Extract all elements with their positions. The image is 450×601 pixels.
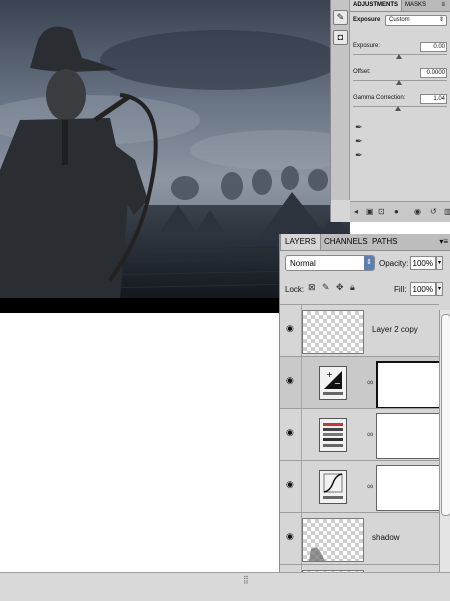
previous-state-icon[interactable]: ◉ [414, 207, 421, 216]
layer-row[interactable]: ◉ shadow [280, 512, 439, 565]
preset-value: Custom [389, 17, 410, 23]
fill-dropdown-icon[interactable]: ▾ [436, 282, 443, 296]
svg-text:−: − [334, 379, 341, 388]
blend-mode-select[interactable]: Normal ⇕ [285, 255, 375, 271]
panel-dock-strip: ✎ ◘ [331, 0, 350, 200]
gray-eyedropper-icon[interactable]: ✒ [355, 136, 363, 147]
layer-mask-thumbnail[interactable] [376, 465, 440, 511]
visibility-toggle-icon[interactable]: ● [394, 207, 399, 216]
gamma-field[interactable]: 1.04 [420, 94, 447, 104]
exposure-field[interactable]: 0.00 [420, 42, 447, 52]
return-to-list-icon[interactable]: ◂ [354, 207, 358, 216]
tab-adjustments[interactable]: ADJUSTMENTS [350, 0, 403, 11]
tab-masks[interactable]: MASKS [402, 0, 429, 11]
levels-adjustment-icon [319, 418, 347, 452]
lock-pixels-icon[interactable]: ✎ [322, 282, 330, 293]
chain-link-icon[interactable]: ∞ [367, 481, 373, 491]
gamma-label: Gamma Correction: [353, 95, 406, 101]
status-bar: ⣿ [0, 572, 450, 601]
offset-row: Offset: 0.0000 [353, 66, 447, 78]
adjustments-panel: ✎ ◘ ADJUSTMENTS MASKS ≡ Exposure Custom ⇕… [330, 0, 450, 222]
chain-link-icon[interactable]: ∞ [367, 377, 373, 387]
eye-icon[interactable]: ◉ [286, 427, 296, 437]
opacity-dropdown-icon[interactable]: ▾ [436, 256, 443, 270]
opacity-label: Opacity: [379, 259, 409, 268]
tab-paths[interactable]: PATHS [368, 234, 401, 250]
fill-label: Fill: [394, 285, 407, 294]
layer-name: shadow [372, 533, 400, 542]
layer-mask-thumbnail[interactable] [376, 413, 440, 459]
chevron-updown-icon: ⇕ [438, 17, 444, 23]
exposure-slider-knob[interactable] [396, 54, 402, 59]
layers-panel: LAYERS CHANNELS PATHS ▾≡ Normal ⇕ Opacit… [279, 234, 450, 574]
chain-link-icon[interactable]: ∞ [367, 429, 373, 439]
offset-label: Offset: [353, 69, 371, 75]
chevron-updown-icon: ⇕ [364, 256, 374, 270]
tab-layers[interactable]: LAYERS [280, 234, 321, 250]
lock-all-icon[interactable]: 🔒︎ [350, 282, 355, 293]
white-eyedropper-icon[interactable]: ✒ [355, 150, 363, 161]
lock-position-icon[interactable]: ✥ [336, 282, 344, 293]
eye-icon[interactable]: ◉ [286, 479, 296, 489]
exposure-row: Exposure: 0.00 [353, 40, 447, 52]
layer-name: Layer 2 copy [372, 325, 418, 334]
tab-channels[interactable]: CHANNELS [320, 234, 372, 250]
layers-tabbar: LAYERS CHANNELS PATHS ▾≡ [280, 234, 450, 251]
opacity-field[interactable]: 100% [410, 256, 436, 270]
adjustments-bottom-bar: ◂ ▣ ⊡ ● ◉ ↺ ▥ [350, 201, 450, 222]
eye-icon[interactable]: ◉ [286, 531, 296, 541]
fill-field[interactable]: 100% [410, 282, 436, 296]
scrollbar-thumb[interactable] [441, 314, 450, 516]
offset-field[interactable]: 0.0000 [420, 68, 447, 78]
reset-icon[interactable]: ↺ [430, 207, 437, 216]
svg-text:+: + [326, 370, 333, 379]
adjustment-type-label: Exposure [353, 17, 381, 23]
gamma-slider-knob[interactable] [395, 106, 401, 111]
eye-icon[interactable]: ◉ [286, 375, 296, 385]
gamma-row: Gamma Correction: 1.04 [353, 92, 447, 104]
layer-thumbnail [302, 518, 364, 562]
panel-menu-icon[interactable]: ▾≡ [436, 234, 450, 250]
exposure-slider[interactable] [353, 52, 447, 60]
layer-row[interactable]: ◉ ∞ [280, 408, 440, 461]
layer-row[interactable]: ◉ Layer 2 copy [280, 304, 439, 357]
expand-view-icon[interactable]: ▣ [366, 207, 374, 216]
layer-row[interactable]: ◉ + − ∞ [280, 356, 442, 409]
exposure-label: Exposure: [353, 43, 381, 49]
gamma-slider[interactable] [353, 104, 447, 112]
clip-to-layer-icon[interactable]: ⊡ [378, 207, 385, 216]
resize-grip-icon[interactable]: ⣿ [243, 575, 249, 584]
lock-transparency-icon[interactable]: ⊠ [308, 282, 316, 293]
blend-mode-value: Normal [290, 259, 316, 268]
adjustment-header: Exposure Custom ⇕ [353, 14, 447, 26]
panel-menu-icon[interactable]: ≡ [438, 0, 448, 11]
black-eyedropper-icon[interactable]: ✒ [355, 122, 363, 133]
masks-dock-icon[interactable]: ◘ [333, 30, 348, 45]
layers-scrollbar[interactable] [439, 310, 450, 574]
offset-slider[interactable] [353, 78, 447, 86]
trash-icon[interactable]: ▥ [444, 207, 450, 216]
layer-mask-thumbnail[interactable] [376, 361, 442, 409]
curves-adjustment-icon [319, 470, 347, 504]
layer-row[interactable]: ◉ ∞ [280, 460, 440, 513]
adjustments-tabbar: ADJUSTMENTS MASKS ≡ [350, 0, 450, 12]
adjustments-body: Exposure Custom ⇕ Exposure: 0.00 Offset:… [353, 14, 447, 112]
lock-label: Lock: [285, 285, 305, 294]
exposure-adjustment-icon: + − [319, 366, 347, 400]
eye-icon[interactable]: ◉ [286, 323, 296, 333]
layer-thumbnail [302, 310, 364, 354]
offset-slider-knob[interactable] [396, 80, 402, 85]
preset-select[interactable]: Custom ⇕ [385, 15, 447, 26]
adjustments-dock-icon[interactable]: ✎ [333, 10, 348, 25]
